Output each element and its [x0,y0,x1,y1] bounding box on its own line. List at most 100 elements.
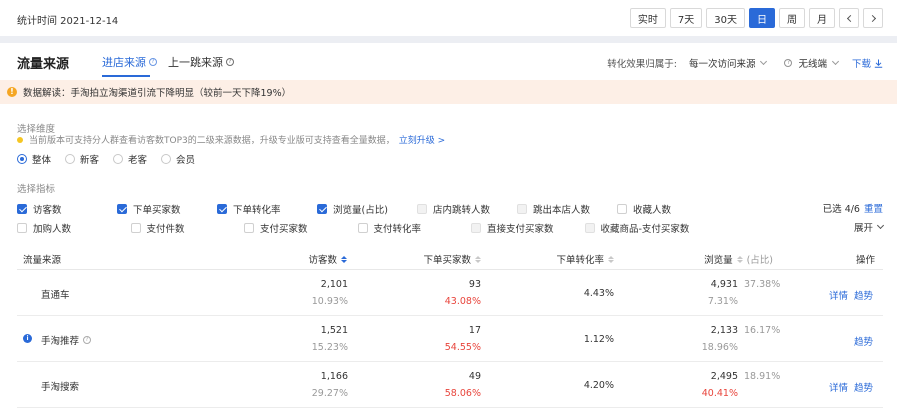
radio-label: 整体 [32,155,52,166]
pageviews-share: 16.17% [744,325,781,336]
col-pageviews[interactable]: 浏览量 (占比) [704,252,773,266]
visitors-value: 1,166 [320,371,348,382]
radio-label: 新客 [80,155,100,166]
pageviews-value: 4,931 [710,279,738,290]
chevron-down-icon [876,221,885,230]
time-btn-30days[interactable]: 30天 [706,8,745,28]
col-label: 访客数 [308,255,337,266]
attribution-value: 每一次访问来源 [688,59,756,70]
info-icon: i [23,334,32,343]
expand-button[interactable]: 展开 [854,220,885,234]
table-row: 手淘搜索 1,166 29.27% 49 58.06% 4.20% 2,495 … [17,362,883,408]
visitors-value: 2,101 [320,279,348,290]
metric-fav-pay-buyers[interactable]: 收藏商品-支付买家数 [584,221,699,235]
sort-icon [341,255,347,263]
row-actions: 详情 趋势 [829,380,873,394]
chevron-right-icon [868,14,876,22]
metric-pay-conversion[interactable]: 支付转化率 [357,221,472,235]
source-label: 手淘推荐 [41,336,80,347]
time-btn-realtime[interactable]: 实时 [629,8,666,28]
details-link[interactable]: 详情 [829,288,848,302]
metric-pageviews[interactable]: 浏览量(占比) [317,202,417,216]
hint-dot-icon [17,136,23,143]
metric-label: 跳出本店人数 [533,204,591,216]
row-actions: 详情 趋势 [829,288,873,302]
next-period-button[interactable] [863,8,883,28]
radio-new-customer[interactable]: 新客 [65,152,99,166]
pageviews-share: 37.38% [744,279,781,290]
dimension-hint: 当前版本可支持分人群查看访客数TOP3的二级来源数据，升级专业版可支持查看全量数… [17,133,445,146]
time-btn-week[interactable]: 周 [779,8,805,28]
chevron-down-icon [760,57,768,66]
metric-label: 店内跳转人数 [433,204,491,216]
attribution-label: 转化效果归属于: [607,59,677,70]
metric-visitors[interactable]: 访客数 [17,202,117,216]
conversion-value: 1.12% [583,334,614,345]
time-btn-day[interactable]: 日 [749,8,775,28]
visitors-pct: 29.27% [311,388,348,399]
radio-returning-customer[interactable]: 老客 [113,152,147,166]
trend-link[interactable]: 趋势 [854,380,873,394]
stat-time-label: 统计时间 2021-12-14 [17,16,119,27]
buyers-value: 49 [468,371,481,382]
col-label: 浏览量 [704,255,733,266]
pageviews-value: 2,495 [710,371,738,382]
sort-icon [475,255,481,263]
sort-icon [736,255,743,263]
source-label: 直通车 [41,290,70,301]
details-link[interactable]: 详情 [829,380,848,394]
tab-previous-hop-source[interactable]: 上一跳来源 ? [168,54,234,70]
tab-store-entry-source[interactable]: 进店来源 ? [102,54,157,70]
col-order-conversion[interactable]: 下单转化率 [556,252,614,266]
trend-link[interactable]: 趋势 [854,288,873,302]
metric-label: 浏览量(占比) [333,204,388,216]
metric-label: 支付件数 [146,223,185,235]
col-visitors[interactable]: 访客数 [308,252,347,266]
reset-button[interactable]: 重置 [864,201,883,215]
metric-exit-store[interactable]: 跳出本店人数 [517,202,617,216]
selected-count-text: 已选 4/6 [822,204,860,215]
pageviews-share: 18.91% [744,371,781,382]
download-button[interactable]: 下载 [852,56,883,70]
download-label: 下载 [851,59,871,70]
terminal-select[interactable]: 无线端 [798,56,840,70]
pageviews-pct: 40.41% [701,388,738,399]
metric-paid-items[interactable]: 支付件数 [130,221,245,235]
metric-order-conversion[interactable]: 下单转化率 [217,202,317,216]
warning-icon: ! [7,87,17,97]
metric-add-to-cart[interactable]: 加购人数 [17,221,131,235]
panel-header: 流量来源 进店来源 ? 上一跳来源 ? 转化效果归属于: 每一次访问来源 ? 无… [0,43,897,77]
time-btn-month[interactable]: 月 [809,8,835,28]
info-icon: ? [149,58,157,66]
hint-text: 当前版本可支持分人群查看访客数TOP3的二级来源数据，升级专业版可支持查看全量数… [29,136,395,146]
tab-label: 进店来源 [102,56,146,69]
col-source: 流量来源 [23,255,62,266]
metric-favorites[interactable]: 收藏人数 [617,202,717,216]
table-row: 直通车 2,101 10.93% 93 43.08% 4.43% 4,931 3… [17,270,883,316]
dimension-radio-group: 整体 新客 老客 会员 [17,152,195,166]
visitors-pct: 15.23% [311,342,348,353]
metric-direct-pay-buyers[interactable]: 直接支付买家数 [471,221,585,235]
info-icon: ? [784,59,793,67]
page-title: 流量来源 [17,57,70,72]
radio-overall[interactable]: 整体 [17,152,51,166]
attribution-select[interactable]: 每一次访问来源 [688,56,768,70]
download-icon [874,59,883,68]
traffic-source-table: 流量来源 访客数 下单买家数 下单转化率 浏览量 (占比) 操作 直通车 2,1… [17,244,883,408]
metric-label: 访客数 [33,204,62,216]
time-btn-7days[interactable]: 7天 [669,8,703,28]
col-label: 下单转化率 [556,255,604,266]
metrics-label: 选择指标 [17,184,56,195]
metric-paid-buyers[interactable]: 支付买家数 [244,221,358,235]
active-tab-indicator [102,75,150,77]
col-order-buyers[interactable]: 下单买家数 [423,252,481,266]
chevron-down-icon [831,57,840,66]
metric-order-buyers[interactable]: 下单买家数 [117,202,217,216]
chevron-left-icon [846,14,854,22]
metric-in-store-jumps[interactable]: 店内跳转人数 [417,202,517,216]
radio-member[interactable]: 会员 [161,152,195,166]
prev-period-button[interactable] [839,8,859,28]
upgrade-link[interactable]: 立刻升级 > [399,133,445,146]
table-header: 流量来源 访客数 下单买家数 下单转化率 浏览量 (占比) 操作 [17,244,883,270]
trend-link[interactable]: 趋势 [854,334,873,348]
